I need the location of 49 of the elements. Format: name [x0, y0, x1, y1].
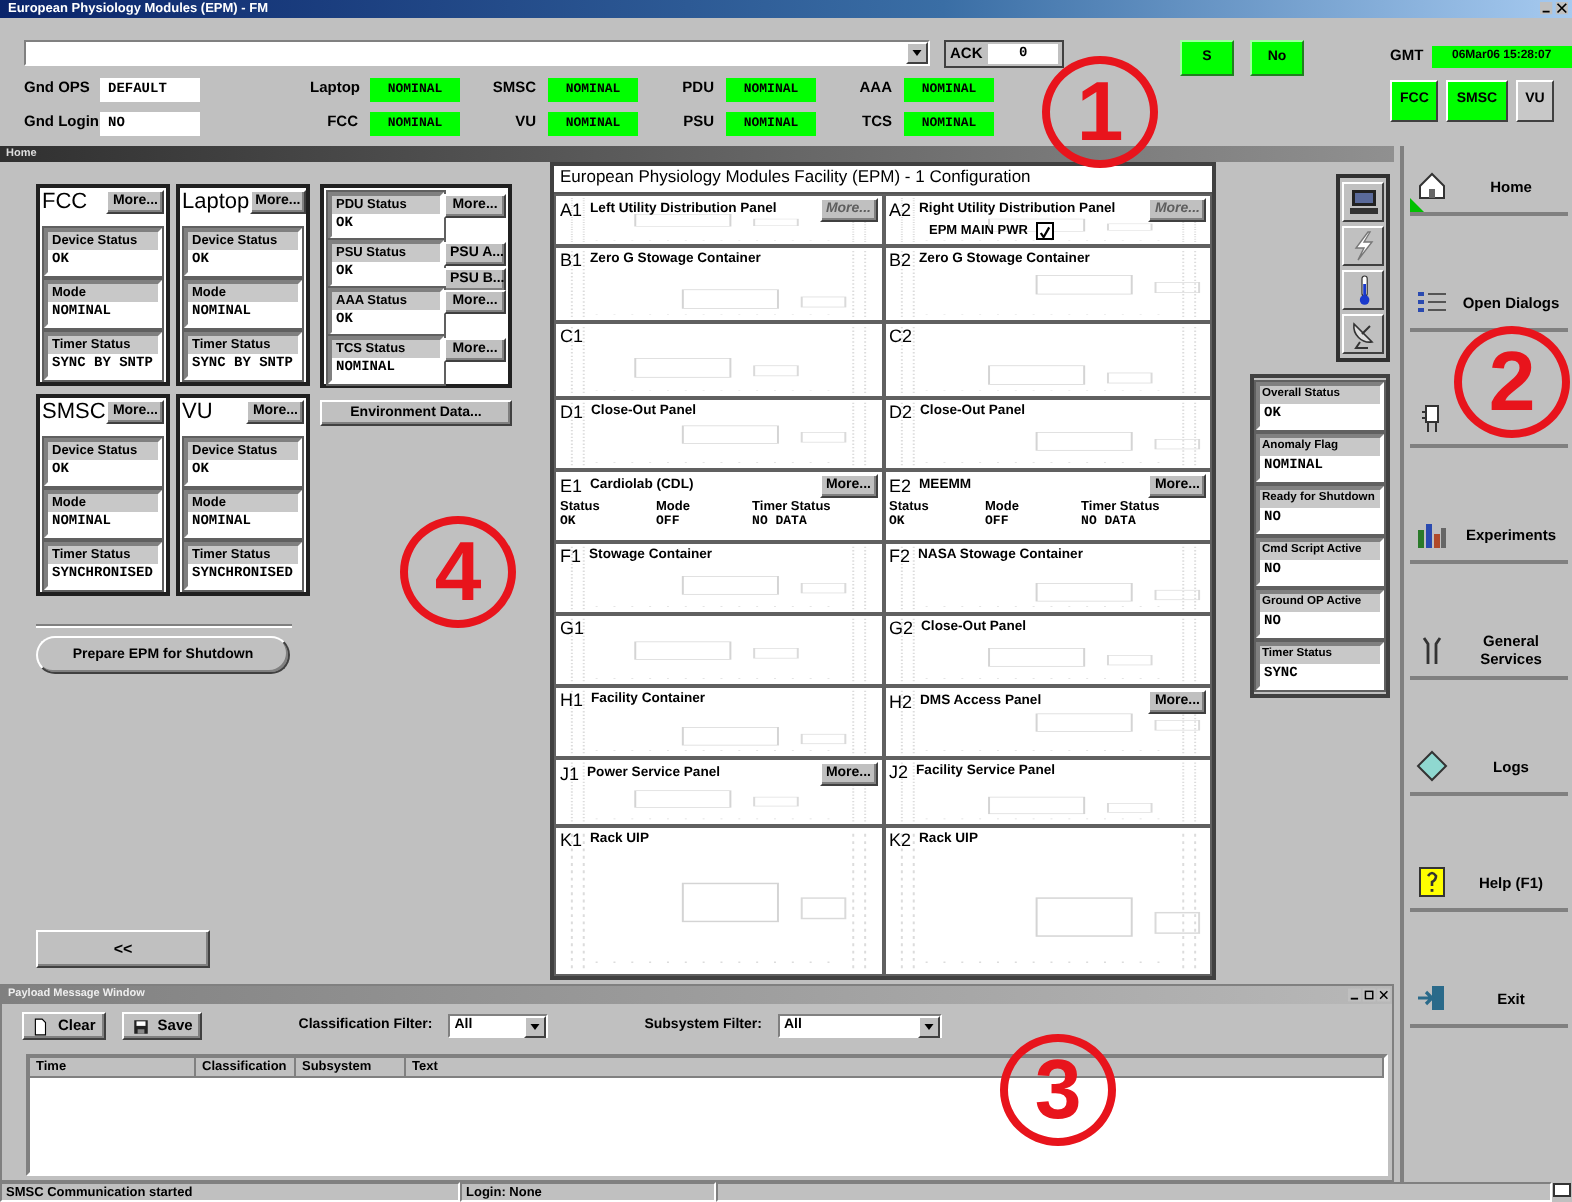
- list-icon: [1416, 286, 1448, 318]
- slot-code: J2: [889, 762, 909, 783]
- caret-icon: [530, 1023, 541, 1029]
- device-name: VU: [182, 400, 213, 424]
- window-controls-icon[interactable]: [1540, 2, 1568, 16]
- slot-code: F1: [560, 546, 582, 567]
- callout-marker: 2: [1454, 326, 1570, 438]
- slot-code: F2: [889, 546, 911, 567]
- satellite-dish-icon[interactable]: [1347, 318, 1379, 350]
- slot-code: H1: [560, 690, 584, 711]
- help-icon: [1416, 866, 1448, 898]
- callout-marker: 4: [400, 516, 516, 628]
- slot-code: K1: [560, 830, 583, 851]
- home-icon: [1416, 170, 1448, 202]
- slot-code: C1: [560, 326, 584, 347]
- callout-marker: 1: [1042, 56, 1158, 168]
- slot-code: G2: [889, 618, 914, 639]
- slot-code: E1: [560, 475, 583, 497]
- caret-icon: [912, 50, 922, 56]
- device-name: Laptop: [182, 190, 250, 214]
- checkbox[interactable]: [1035, 222, 1054, 240]
- command-field[interactable]: [24, 40, 930, 66]
- exit-icon: [1416, 982, 1448, 1014]
- tablet-icon: [1416, 750, 1448, 782]
- document-icon: [32, 1017, 50, 1035]
- device-name: SMSC: [42, 400, 106, 424]
- experiments-icon: [1416, 518, 1448, 550]
- slot-code: A2: [889, 199, 912, 221]
- slot-code: G1: [560, 618, 585, 639]
- computer-icon[interactable]: [1347, 186, 1379, 218]
- window-controls-icon[interactable]: [1348, 988, 1392, 1002]
- save-icon: [131, 1017, 150, 1035]
- slot-code: B2: [889, 250, 912, 271]
- callout-marker: 3: [1000, 1034, 1116, 1146]
- collapse-button[interactable]: <<: [36, 930, 210, 968]
- slot-code: E2: [889, 475, 912, 497]
- tray-icon: [1552, 1182, 1572, 1198]
- slot-code: H2: [889, 691, 913, 713]
- slot-code: D1: [560, 402, 584, 423]
- slot-code: B1: [560, 250, 583, 271]
- slot-code: C2: [889, 326, 913, 347]
- slot-code: K2: [889, 830, 912, 851]
- slot-code: J1: [560, 763, 580, 785]
- caret-icon: [923, 1023, 934, 1029]
- selection-indicator-icon: [1410, 198, 1424, 212]
- slot-code: D2: [889, 402, 913, 423]
- slot-code: A1: [560, 199, 583, 221]
- configuration-title: European Physiology Modules Facility (EPM) - 1 Configuration: [554, 166, 1212, 194]
- device-name: FCC: [42, 190, 88, 214]
